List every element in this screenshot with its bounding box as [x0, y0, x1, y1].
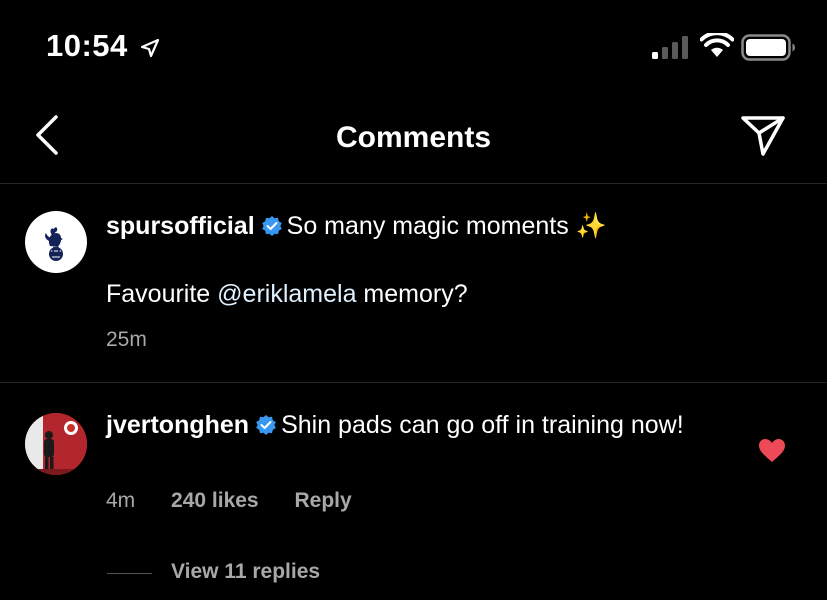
caption-line2-prefix: Favourite	[106, 280, 218, 308]
commenter-photo	[25, 413, 87, 475]
status-bar: 10:54	[0, 0, 827, 95]
spurs-avatar[interactable]	[25, 211, 87, 273]
cellular-signal-icon	[652, 36, 688, 59]
verified-badge-icon	[256, 415, 276, 435]
comment-item: jvertonghen Shin pads can go off in trai…	[0, 383, 827, 600]
comment-timestamp: 4m	[106, 489, 136, 512]
commenter-avatar[interactable]	[25, 413, 87, 475]
comment-username[interactable]: jvertonghen	[106, 411, 249, 439]
wifi-icon	[700, 33, 734, 57]
caption-line2-suffix: memory?	[356, 280, 468, 308]
view-replies-button[interactable]: View 11 replies	[171, 560, 320, 584]
heart-icon[interactable]	[758, 438, 786, 464]
comments-header: Comments	[0, 95, 827, 184]
comment-text: Shin pads can go off in training now!	[281, 411, 684, 439]
comment-body: jvertonghen Shin pads can go off in trai…	[106, 410, 716, 440]
caption-username[interactable]: spursofficial	[106, 212, 255, 240]
caption-first-line: spursofficial So many magic moments ✨	[106, 212, 607, 241]
status-time: 10:54	[46, 28, 128, 63]
caption-timestamp: 25m	[106, 328, 147, 351]
sparkles-emoji: ✨	[575, 212, 607, 240]
spurs-logo-icon	[45, 227, 63, 261]
comment-meta: 4m 240 likes Reply	[106, 489, 352, 513]
page-title: Comments	[335, 121, 492, 154]
reply-button[interactable]: Reply	[294, 489, 351, 513]
battery-icon	[741, 34, 795, 61]
comment-likes-count[interactable]: 240 likes	[171, 489, 259, 513]
post-caption: spursofficial So many magic moments ✨ Fa…	[0, 184, 827, 383]
replies-divider	[107, 573, 152, 574]
send-direct-icon[interactable]	[738, 113, 788, 159]
caption-text: So many magic moments	[286, 212, 569, 240]
caption-second-line: Favourite @eriklamela memory?	[106, 280, 468, 309]
verified-badge-icon	[261, 216, 282, 236]
location-arrow-icon	[140, 38, 160, 58]
caption-mention-link[interactable]: @eriklamela	[217, 280, 356, 308]
